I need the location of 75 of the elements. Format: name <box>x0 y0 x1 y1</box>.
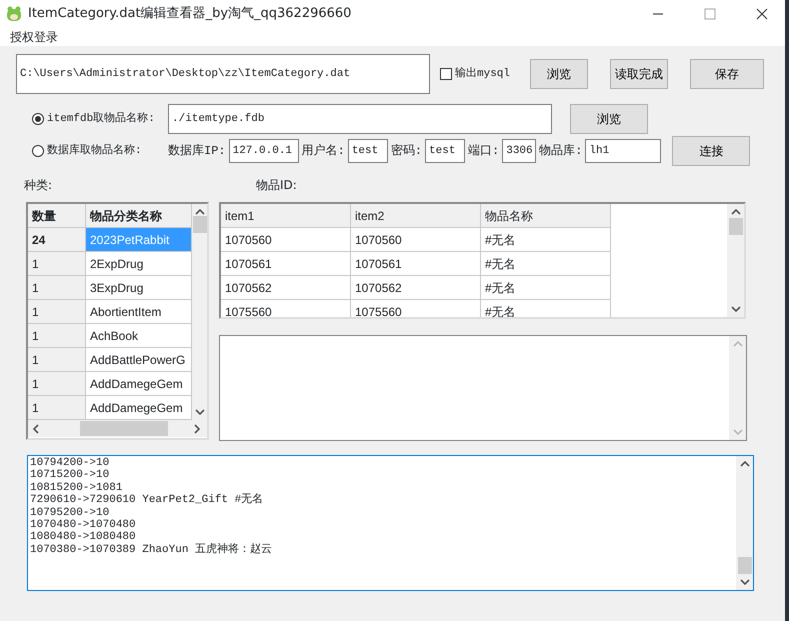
log-text-area[interactable]: 10794200->10 10715200->10 10815200->1081 7290610->7290610 YearPet2_Gift #无名 10795200->10 1070480->1070480 1080480->1080480 1070380->1070389 ZhaoYun 五虎神将：赵云 <box>27 455 754 591</box>
scrollbar-thumb[interactable] <box>80 421 168 436</box>
table-cell[interactable]: 1 <box>28 396 86 420</box>
log-line: 10715200->10 <box>30 469 110 482</box>
scroll-down-icon[interactable] <box>194 408 204 416</box>
field-label: 物品库: <box>539 143 582 160</box>
column-header[interactable]: 物品名称 <box>481 204 611 228</box>
fdb-path-field[interactable]: ./itemtype.fdb <box>168 104 552 134</box>
input-field[interactable]: 3306 <box>502 139 536 163</box>
table-cell[interactable]: 1 <box>28 252 86 276</box>
table-cell: #无名 <box>481 252 611 276</box>
item-id-label: 物品ID: <box>256 177 297 194</box>
export-mysql-checkbox[interactable]: 输出mysql <box>440 66 510 82</box>
category-label: 种类: <box>24 177 54 194</box>
table-cell: #无名 <box>481 276 611 300</box>
log-line: 10795200->10 <box>30 506 110 519</box>
file-path-field[interactable]: C:\Users\Administrator\Desktop\zz\ItemCategory.dat <box>16 54 430 94</box>
scroll-down-icon[interactable] <box>730 305 741 313</box>
table-cell[interactable]: 1 <box>28 276 86 300</box>
table-cell[interactable]: 1 <box>28 300 86 324</box>
table-cell: 1075560 <box>351 300 481 317</box>
scroll-up-icon[interactable] <box>730 208 741 216</box>
table-cell: 1070562 <box>221 276 351 300</box>
table-cell: 1070561 <box>351 252 481 276</box>
menu-item[interactable]: 授权登录 <box>10 28 58 46</box>
window-title: ItemCategory.dat编辑查看器_by淘气_qq362296660 <box>28 5 352 24</box>
source-radio[interactable]: itemfdb取物品名称: <box>32 110 168 128</box>
toolbar-button[interactable]: 浏览 <box>530 59 588 89</box>
scrollbar-thumb[interactable] <box>192 216 206 233</box>
toolbar-button[interactable]: 读取完成 <box>610 59 668 89</box>
log-line: 1070380->1070389 ZhaoYun 五虎神将：赵云 <box>30 544 274 556</box>
table-cell[interactable]: 1 <box>28 372 86 396</box>
field-label: 端口: <box>468 143 500 160</box>
vertical-scrollbar[interactable] <box>736 456 753 590</box>
column-header[interactable]: item1 <box>221 204 351 228</box>
column-header[interactable]: item2 <box>351 204 481 228</box>
table-cell[interactable]: 24 <box>28 228 86 252</box>
column-header[interactable]: 物品分类名称 <box>86 204 192 228</box>
table-cell: #无名 <box>481 228 611 252</box>
input-field[interactable]: 127.0.0.1 <box>228 139 299 163</box>
browse-button[interactable]: 浏览 <box>570 104 648 134</box>
scroll-left-icon[interactable] <box>32 424 40 434</box>
scroll-down-icon[interactable] <box>740 578 750 586</box>
vertical-scrollbar[interactable] <box>192 204 207 420</box>
horizontal-scrollbar[interactable] <box>28 420 207 437</box>
table-cell: 1070561 <box>221 252 351 276</box>
scroll-up-icon[interactable] <box>194 208 204 216</box>
app-icon <box>6 6 22 22</box>
vertical-scrollbar[interactable] <box>727 204 744 317</box>
table-cell[interactable]: 1 <box>28 324 86 348</box>
scrollbar-thumb[interactable] <box>728 218 743 235</box>
scroll-up-icon[interactable] <box>740 460 750 468</box>
scrollbar-thumb[interactable] <box>738 557 752 574</box>
input-field[interactable]: test <box>425 139 466 163</box>
table-cell: #无名 <box>481 300 611 317</box>
log-line: 10794200->10 <box>30 457 110 470</box>
log-line: 1080480->1080480 <box>30 531 137 544</box>
log-line: 1070480->1070480 <box>30 518 137 532</box>
table-cell: 1070560 <box>351 228 481 252</box>
scroll-right-icon[interactable] <box>193 424 201 434</box>
table-cell: 1070560 <box>221 228 351 252</box>
source-radio[interactable]: 数据库取物品名称: <box>32 142 168 160</box>
table-cell: 1075560 <box>221 300 351 317</box>
field-label: 密码: <box>390 143 422 160</box>
log-line: 7290610->7290610 YearPet2_Gift #无名 <box>30 494 264 507</box>
column-header[interactable]: 数量 <box>28 204 86 228</box>
connect-button[interactable]: 连接 <box>672 136 750 166</box>
log-line: 10815200->1081 <box>30 482 124 494</box>
input-field[interactable]: lh1 <box>585 139 662 163</box>
table-cell[interactable]: 1 <box>28 348 86 372</box>
table-cell: 1070562 <box>351 276 481 300</box>
field-label: 数据库IP: <box>168 143 226 160</box>
field-label: 用户名: <box>302 143 345 160</box>
input-field[interactable]: test <box>348 139 388 163</box>
toolbar-button[interactable]: 保存 <box>690 59 764 89</box>
